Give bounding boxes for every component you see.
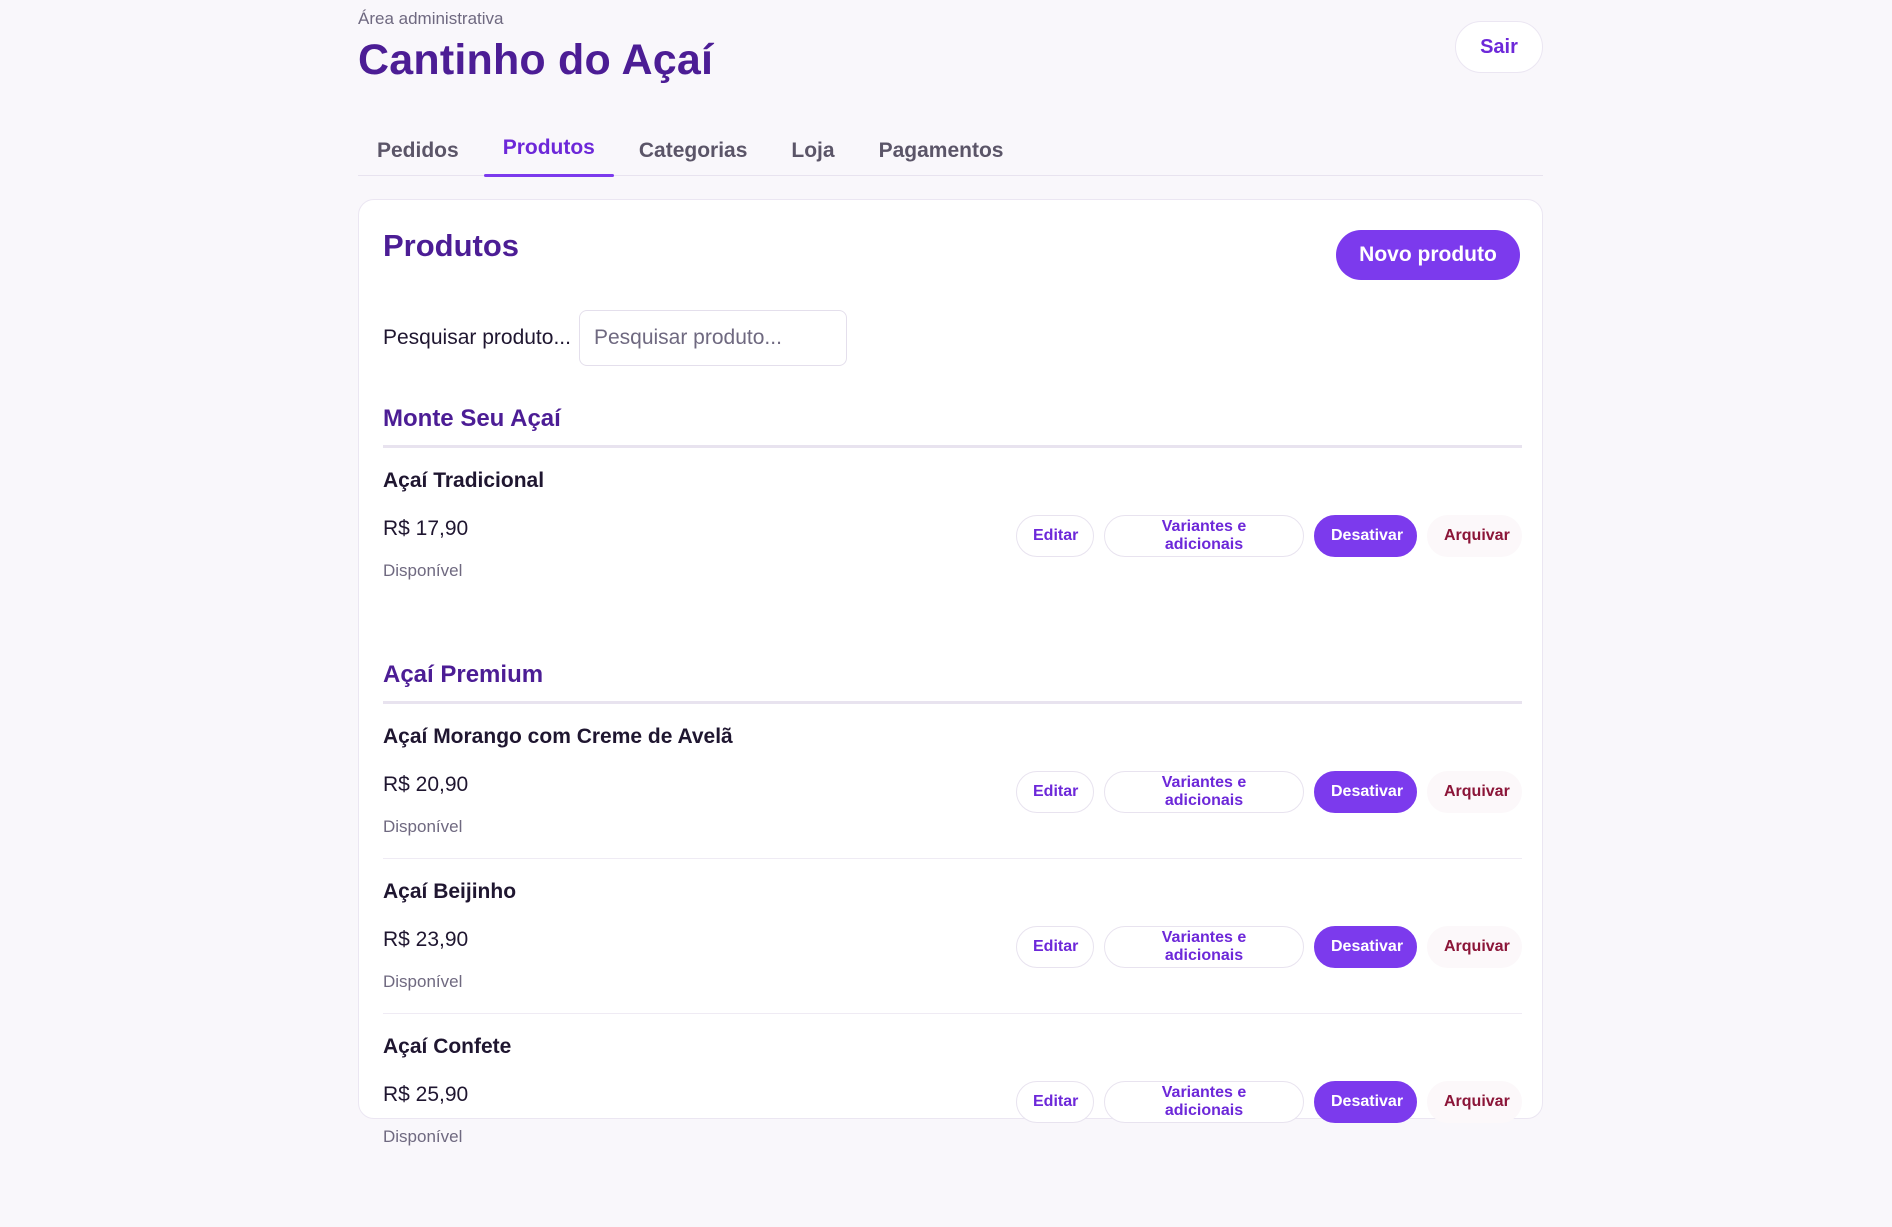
deactivate-button[interactable]: Desativar — [1314, 771, 1417, 813]
category-section: Monte Seu Açaí Açaí Tradicional R$ 17,90… — [383, 405, 1522, 603]
search-row: Pesquisar produto... — [383, 310, 847, 366]
product-actions: Editar Variantes e adicionais Desativar … — [1016, 1081, 1522, 1123]
product-actions: Editar Variantes e adicionais Desativar … — [1016, 771, 1522, 813]
product-price: R$ 23,90 — [383, 928, 469, 951]
category-section: Açaí Premium Açaí Morango com Creme de A… — [383, 661, 1522, 1169]
product-name: Açaí Tradicional — [383, 469, 545, 492]
product-name: Açaí Beijinho — [383, 880, 517, 903]
archive-button[interactable]: Arquivar — [1427, 1081, 1522, 1123]
variants-button[interactable]: Variantes e adicionais — [1104, 926, 1304, 968]
new-product-button[interactable]: Novo produto — [1336, 230, 1520, 280]
archive-button[interactable]: Arquivar — [1427, 926, 1522, 968]
page: Área administrativa Cantinho do Açaí Sai… — [358, 0, 1543, 1146]
products-card: Produtos Novo produto Pesquisar produto.… — [358, 199, 1543, 1146]
product-status: Disponível — [383, 561, 463, 580]
product-price: R$ 17,90 — [383, 517, 469, 540]
tab-loja[interactable]: Loja — [772, 126, 853, 176]
product-list: Monte Seu Açaí Açaí Tradicional R$ 17,90… — [383, 405, 1522, 1227]
product-row: Açaí Tradicional R$ 17,90 Disponível Edi… — [383, 448, 1522, 603]
product-row: Açaí Beijinho R$ 23,90 Disponível Editar… — [383, 859, 1522, 1014]
store-title: Cantinho do Açaí — [358, 36, 714, 84]
tab-pagamentos[interactable]: Pagamentos — [860, 126, 1023, 176]
deactivate-button[interactable]: Desativar — [1314, 1081, 1417, 1123]
product-price: R$ 20,90 — [383, 773, 469, 796]
deactivate-button[interactable]: Desativar — [1314, 515, 1417, 557]
edit-button[interactable]: Editar — [1016, 1081, 1094, 1123]
product-name: Açaí Morango com Creme de Avelã — [383, 725, 733, 748]
product-status: Disponível — [383, 1127, 463, 1146]
product-actions: Editar Variantes e adicionais Desativar … — [1016, 926, 1522, 968]
search-input[interactable] — [578, 310, 847, 366]
tab-categorias[interactable]: Categorias — [620, 126, 767, 176]
tab-pedidos[interactable]: Pedidos — [358, 126, 478, 176]
header: Área administrativa Cantinho do Açaí Sai… — [358, 0, 1543, 110]
archive-button[interactable]: Arquivar — [1427, 771, 1522, 813]
archive-button[interactable]: Arquivar — [1427, 515, 1522, 557]
product-row: Açaí Morango com Creme de Avelã R$ 20,90… — [383, 704, 1522, 859]
products-title: Produtos — [383, 228, 520, 263]
product-price: R$ 25,90 — [383, 1083, 469, 1106]
deactivate-button[interactable]: Desativar — [1314, 926, 1417, 968]
category-title: Monte Seu Açaí — [383, 405, 1522, 448]
admin-area-label: Área administrativa — [358, 9, 504, 28]
product-name: Açaí Confete — [383, 1035, 512, 1058]
edit-button[interactable]: Editar — [1016, 926, 1094, 968]
logout-button[interactable]: Sair — [1455, 21, 1543, 73]
variants-button[interactable]: Variantes e adicionais — [1104, 771, 1304, 813]
product-status: Disponível — [383, 817, 463, 836]
admin-tabs: Pedidos Produtos Categorias Loja Pagamen… — [358, 126, 1543, 177]
variants-button[interactable]: Variantes e adicionais — [1104, 515, 1304, 557]
product-actions: Editar Variantes e adicionais Desativar … — [1016, 515, 1522, 557]
variants-button[interactable]: Variantes e adicionais — [1104, 1081, 1304, 1123]
product-row: Açaí Confete R$ 25,90 Disponível Editar … — [383, 1014, 1522, 1169]
edit-button[interactable]: Editar — [1016, 771, 1094, 813]
product-status: Disponível — [383, 972, 463, 991]
tab-produtos[interactable]: Produtos — [483, 126, 615, 177]
edit-button[interactable]: Editar — [1016, 515, 1094, 557]
category-title: Açaí Premium — [383, 661, 1522, 704]
search-label: Pesquisar produto... — [383, 326, 571, 349]
